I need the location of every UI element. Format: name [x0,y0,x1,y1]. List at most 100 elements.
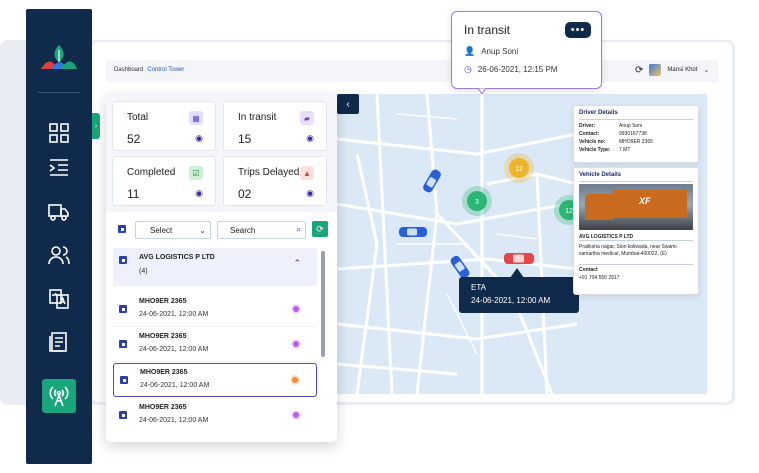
dashboard-grid-icon[interactable] [45,119,73,147]
stat-value: 11 [127,187,140,201]
status-dot [293,306,299,312]
cluster-count: 12 [565,208,573,215]
vehicle-number: MHO9ER 2365 [139,333,187,340]
vehicle-row[interactable]: MHO9ER 2365 24-06-2021, 12:00 AM [113,399,317,433]
cluster-marker-green[interactable]: 3 [461,185,493,217]
vehicle-number: MHO9ER 2365 [140,369,188,376]
user-menu[interactable]: ⟳ Mansi Khot ⌄ [635,64,709,76]
eye-icon[interactable]: ◉ [306,188,314,199]
vehicle-row[interactable]: MHO9ER 2365 24-06-2021, 12:00 AM [113,293,317,327]
more-options-button[interactable]: ••• [565,22,591,38]
cluster-marker-yellow[interactable]: 12 [503,152,535,184]
vehicle-marker[interactable] [417,166,447,196]
vehicle-time: 24-06-2021, 12:00 AM [139,311,209,318]
sidebar-expand-button[interactable]: › [92,113,100,139]
row-checkbox[interactable] [119,305,127,313]
row-checkbox[interactable] [119,411,127,419]
row-checkbox[interactable] [120,376,128,384]
cluster-count: 3 [475,199,479,206]
select-all-checkbox[interactable] [118,225,126,233]
truck-icon[interactable] [45,198,73,226]
eye-icon[interactable]: ◉ [195,188,203,199]
eta-datetime: 24-06-2021, 12:00 AM [471,296,551,305]
stat-card-completed[interactable]: Completed 11 ☑ ◉ [112,156,216,206]
cluster-count: 12 [515,166,523,173]
card-title: Driver Details [579,110,618,116]
breadcrumb-root[interactable]: Dashboard [114,67,143,73]
detail-row: Driver: Anup Soni [579,123,643,129]
brand-logo [41,45,77,69]
grid-icon: ▦ [189,111,203,125]
card-title: Vehicle Details [579,172,622,178]
group-checkbox[interactable] [119,256,127,264]
popup-title: In transit [464,23,511,37]
stat-label: In transit [238,112,277,123]
breadcrumb: Dashboard Control Tower [114,67,184,73]
stat-label: Completed [127,167,176,178]
group-count: (4) [139,268,148,275]
document-icon[interactable] [45,328,73,356]
vehicle-time: 24-06-2021, 12:00 AM [139,417,209,424]
eye-icon[interactable]: ◉ [195,133,203,144]
driver-name: Anup Soni [481,47,519,56]
in-transit-popup: In transit ••• 👤 Anup Soni ◷ 26-06-2021, 1… [451,11,602,89]
card-divider [579,181,693,182]
search-input[interactable]: Search ⌕ [217,221,306,239]
detail-row: Vehicle no: MHO9ER 2365 [579,139,653,145]
user-name: Mansi Khot [667,67,698,73]
eta-label: ETA [471,283,486,292]
status-dot [292,377,298,383]
group-header[interactable]: AVG LOGISTICS P LTD (4) ⌃ [113,248,317,286]
vehicle-time: 24-06-2021, 12:00 AM [139,346,209,353]
refresh-button[interactable]: ⟳ [312,221,328,237]
sidebar [26,9,92,464]
popup-datetime: ◷ 26-06-2021, 12:15 PM [464,64,557,75]
stat-card-trips-delayed[interactable]: Trips Delayed 02 ▲ ◉ [223,156,327,206]
search-icon: ⌕ [296,225,301,234]
chevron-down-icon[interactable]: ⌄ [703,66,709,74]
clock-icon: ◷ [464,64,472,74]
users-icon[interactable] [45,241,73,269]
transit-datetime: 26-06-2021, 12:15 PM [477,65,558,74]
filter-select[interactable]: Select ⌄ [135,221,211,239]
truck-brand: XF [639,196,651,206]
card-divider [579,264,693,265]
card-divider [579,119,693,120]
refresh-icon[interactable]: ⟳ [635,65,643,76]
company-address: Pratiksha nagar, Sion koliwada, near Swa… [579,244,677,257]
stat-value: 15 [238,132,252,146]
map-collapse-button[interactable]: ‹ [337,94,359,114]
eye-icon[interactable]: ◉ [306,133,314,144]
popup-pointer [478,88,486,94]
chevron-up-icon[interactable]: ⌃ [293,258,301,269]
status-dot [293,341,299,347]
selected-vehicle-marker[interactable] [502,249,536,269]
stat-card-total[interactable]: Total 52 ▦ ◉ [112,101,216,151]
vehicle-row-selected[interactable]: MHO9ER 2365 24-06-2021, 12:00 AM [113,363,317,397]
vehicle-time: 24-06-2021, 12:00 AM [140,382,210,389]
eta-popup: ETA 24-06-2021, 12:00 AM [459,277,579,313]
vehicle-number: MHO9ER 2365 [139,298,187,305]
detail-row: Vehicle Type: 7 MT [579,147,631,153]
breadcrumb-current: Control Tower [147,67,185,73]
list-scrollbar[interactable] [321,251,325,357]
chevron-down-icon: ⌄ [199,225,206,235]
user-icon: 👤 [464,46,476,56]
signal-tower-icon[interactable] [42,379,76,413]
stat-card-in-transit[interactable]: In transit 15 ▰ ◉ [223,101,327,151]
popup-driver: 👤 Anup Soni [464,46,518,57]
truck-photo: XF [579,184,693,230]
contact-label: Contact [579,267,598,273]
driver-details-card: Driver Details Driver: Anup Soni Contact:… [573,105,699,163]
status-dot [293,412,299,418]
stat-value: 52 [127,132,141,146]
stat-label: Trips Delayed [238,167,300,178]
vehicle-number: MHO9ER 2365 [139,404,187,411]
group-name: AVG LOGISTICS P LTD [139,254,215,261]
vehicle-marker[interactable] [397,222,429,242]
translate-icon[interactable] [45,285,73,313]
list-indent-icon[interactable] [45,154,73,182]
card-divider [579,240,693,241]
row-checkbox[interactable] [119,340,127,348]
vehicle-row[interactable]: MHO9ER 2365 24-06-2021, 12:00 AM [113,328,317,362]
